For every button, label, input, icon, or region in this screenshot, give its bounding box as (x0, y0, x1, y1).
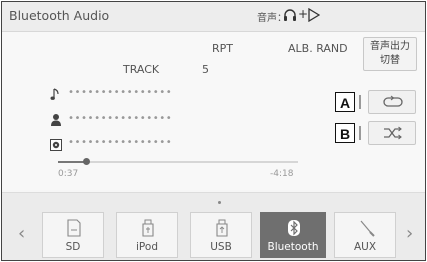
artist-name: •••••••••••••••• (68, 113, 173, 124)
screen-frame: Bluetooth Audio 音声： + RPT ALB. RAND TRAC… (1, 1, 426, 261)
artist-icon (50, 112, 62, 131)
progress-fill (58, 161, 86, 163)
switch-audio-output-button[interactable]: 音声出力 切替 (363, 37, 417, 71)
album-name: •••••••••••••••• (68, 137, 173, 148)
album-icon (50, 136, 62, 155)
source-label: Bluetooth (267, 241, 319, 253)
track-label: TRACK (123, 63, 160, 76)
sd-card-icon (67, 219, 81, 237)
aux-icon (360, 220, 375, 237)
source-label: AUX (353, 241, 377, 253)
source-button-ipod[interactable]: iPod (116, 212, 178, 258)
repeat-icon (383, 95, 403, 107)
headphones-icon (283, 7, 297, 26)
source-button-sd[interactable]: SD (42, 212, 104, 258)
music-note-icon (50, 86, 62, 105)
divider (359, 126, 361, 140)
callout-b: B (335, 123, 355, 143)
source-button-usb[interactable]: USB (190, 212, 252, 258)
switch-output-label-line1: 音声出力 (370, 41, 410, 52)
source-button-aux[interactable]: AUX (334, 212, 396, 258)
playback-panel (2, 32, 425, 190)
bluetooth-icon (288, 220, 300, 236)
shuffle-button[interactable] (368, 121, 416, 145)
source-label: iPod (136, 241, 158, 253)
header-bar: Bluetooth Audio 音声： + (2, 2, 425, 32)
usb-icon (216, 219, 228, 237)
scroll-right-arrow[interactable]: › (406, 223, 413, 244)
progress-knob[interactable] (82, 158, 90, 165)
scroll-left-arrow[interactable]: ‹ (18, 223, 25, 244)
source-label: USB (210, 241, 232, 253)
repeat-button[interactable] (368, 90, 416, 114)
progress-bar[interactable] (58, 158, 298, 165)
divider (359, 95, 361, 109)
album-random-status-label: ALB. RAND (288, 42, 348, 55)
shuffle-icon (384, 126, 402, 140)
song-title: •••••••••••••••• (68, 87, 173, 98)
source-label: SD (65, 241, 81, 253)
source-button-bluetooth[interactable]: Bluetooth (260, 212, 326, 258)
speaker-icon (308, 7, 321, 26)
remaining-time: -4:18 (270, 169, 294, 179)
switch-output-label-line2: 切替 (380, 55, 400, 66)
plus-icon: + (298, 7, 309, 21)
elapsed-time: 0:37 (58, 169, 79, 179)
page-title: Bluetooth Audio (9, 8, 110, 23)
ipod-icon (142, 219, 154, 237)
repeat-status-label: RPT (212, 42, 233, 55)
page-indicator (218, 201, 221, 204)
callout-a: A (335, 92, 355, 112)
track-number: 5 (202, 63, 209, 76)
